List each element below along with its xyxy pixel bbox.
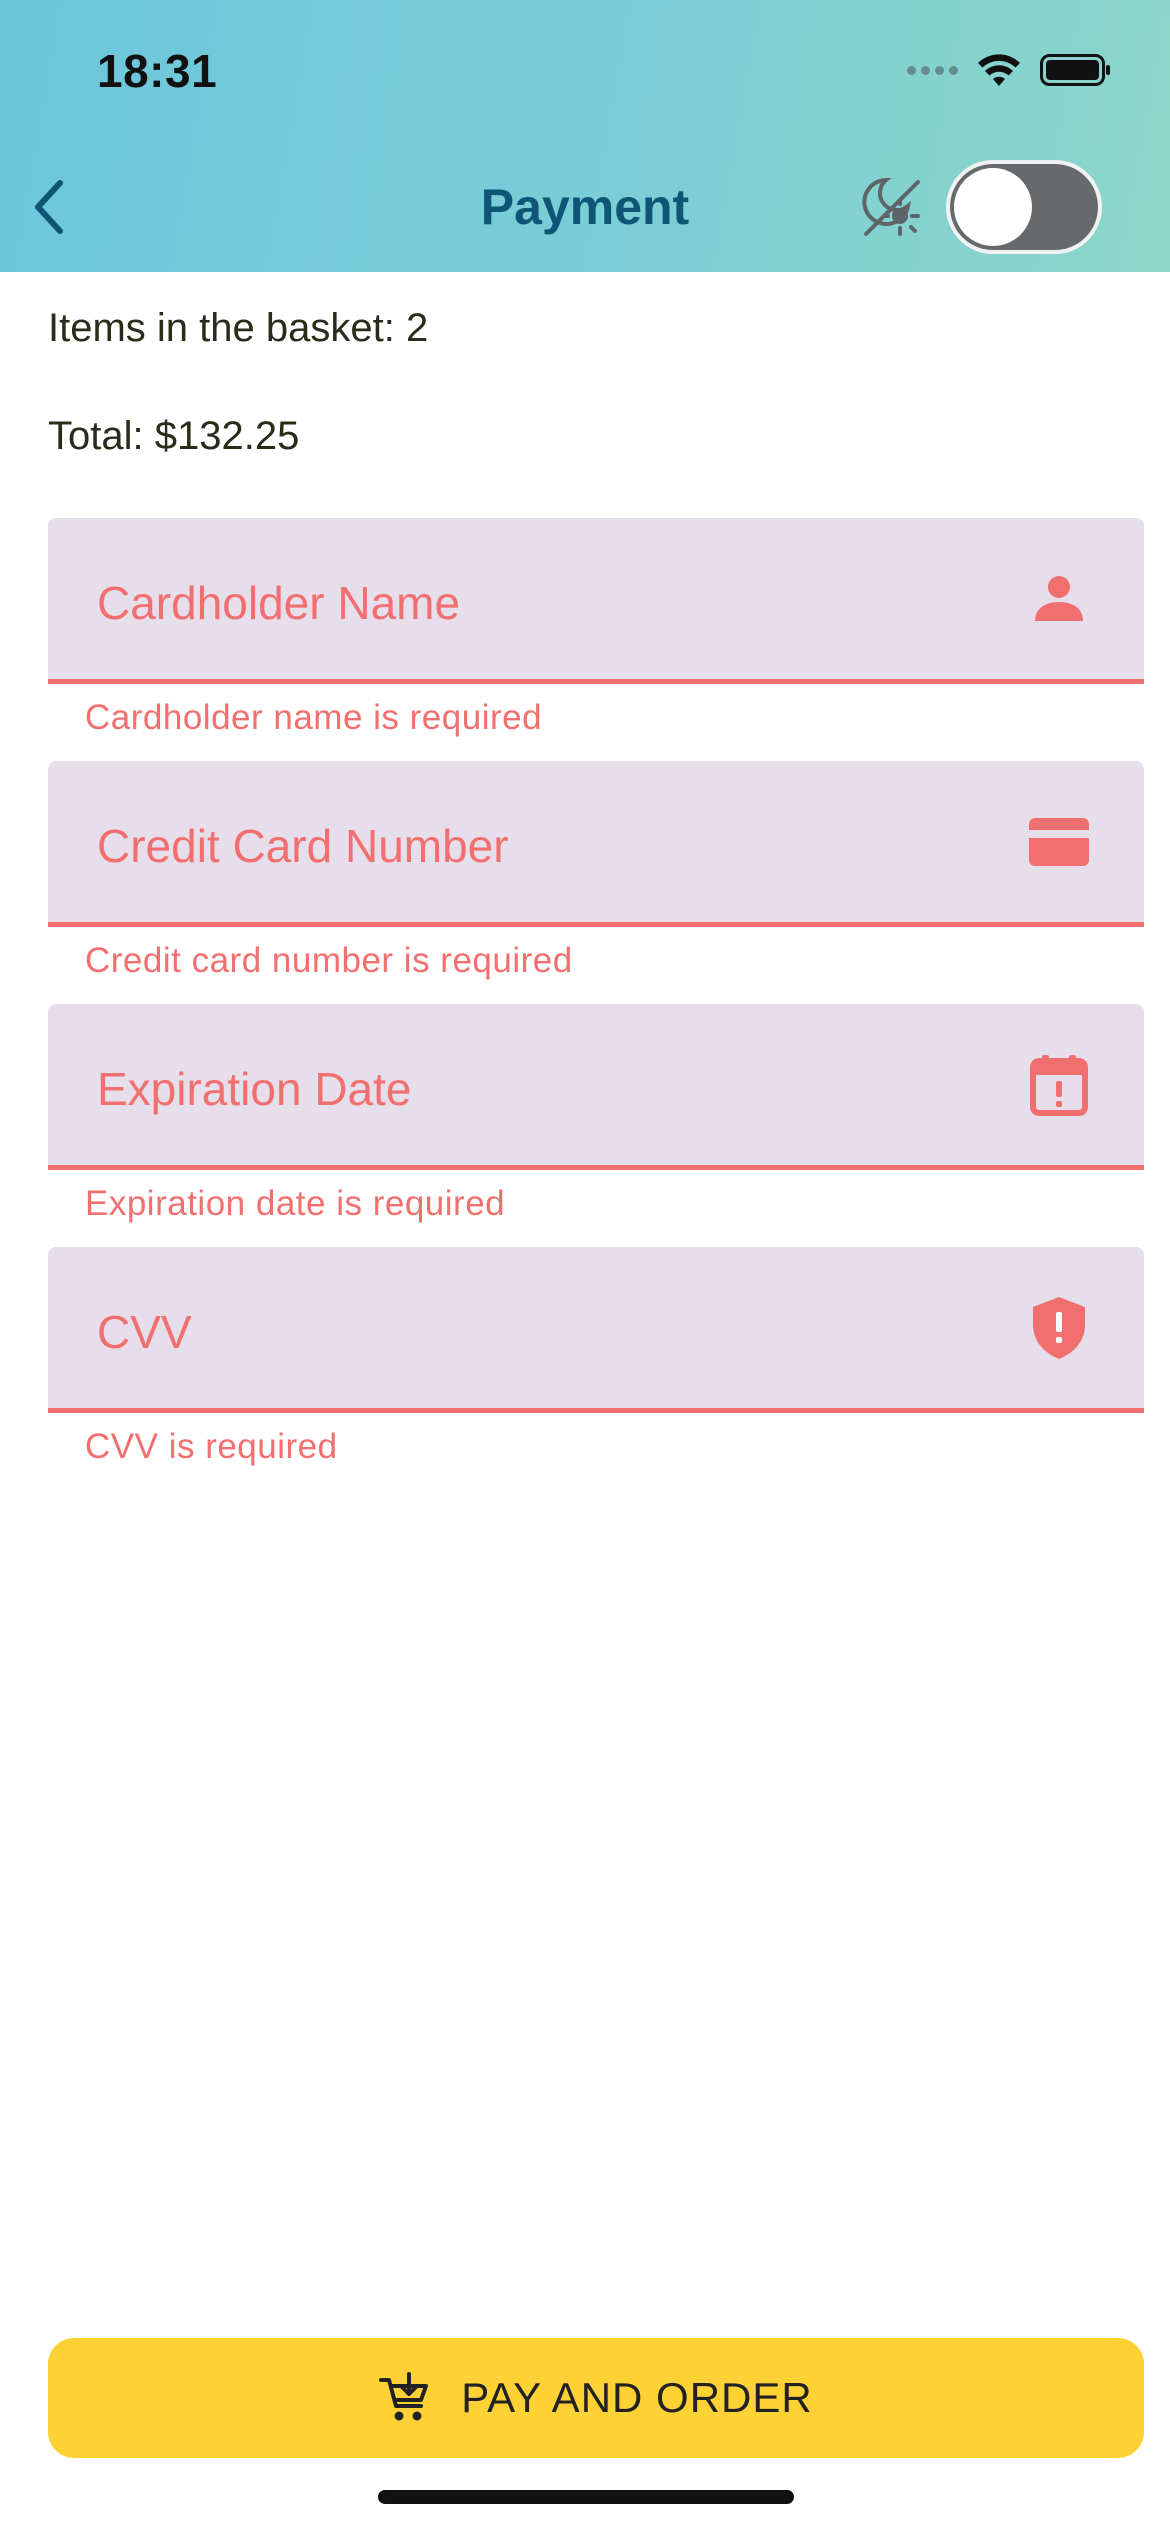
app-header: 18:31 Payment [0,0,1170,272]
dark-mode-toggle[interactable] [946,160,1102,254]
battery-icon [1040,52,1112,88]
credit-card-number-field[interactable]: Credit Card Number [48,761,1144,927]
person-icon [1028,568,1090,630]
cart-add-icon [379,2372,429,2421]
cellular-signal-icon [907,65,958,75]
basket-total: Total: $132.25 [48,414,300,458]
back-button[interactable] [18,172,78,242]
pay-and-order-button[interactable]: PAY AND ORDER [48,2338,1144,2458]
wifi-icon [976,52,1022,88]
expiration-date-label: Expiration Date [97,1063,412,1115]
cardholder-name-label: Cardholder Name [97,577,461,629]
pay-and-order-label: PAY AND ORDER [461,2374,813,2421]
cardholder-name-error: Cardholder name is required [85,698,543,737]
home-indicator[interactable] [378,2490,794,2504]
day-night-icon [856,172,926,242]
expiration-date-error: Expiration date is required [85,1184,506,1223]
calendar-alert-icon [1028,1054,1090,1116]
credit-card-number-label: Credit Card Number [97,820,509,872]
cvv-label: CVV [97,1306,192,1358]
expiration-date-field[interactable]: Expiration Date [48,1004,1144,1170]
chevron-left-icon [35,180,63,234]
credit-card-number-error: Credit card number is required [85,941,573,980]
toggle-knob [954,168,1032,246]
basket-items-count: Items in the basket: 2 [48,306,429,350]
cardholder-name-field[interactable]: Cardholder Name [48,518,1144,684]
cvv-error: CVV is required [85,1427,338,1466]
shield-alert-icon [1028,1297,1090,1359]
cvv-field[interactable]: CVV [48,1247,1144,1413]
status-time: 18:31 [97,45,218,97]
status-indicators [907,52,1112,88]
credit-card-icon [1028,811,1090,873]
